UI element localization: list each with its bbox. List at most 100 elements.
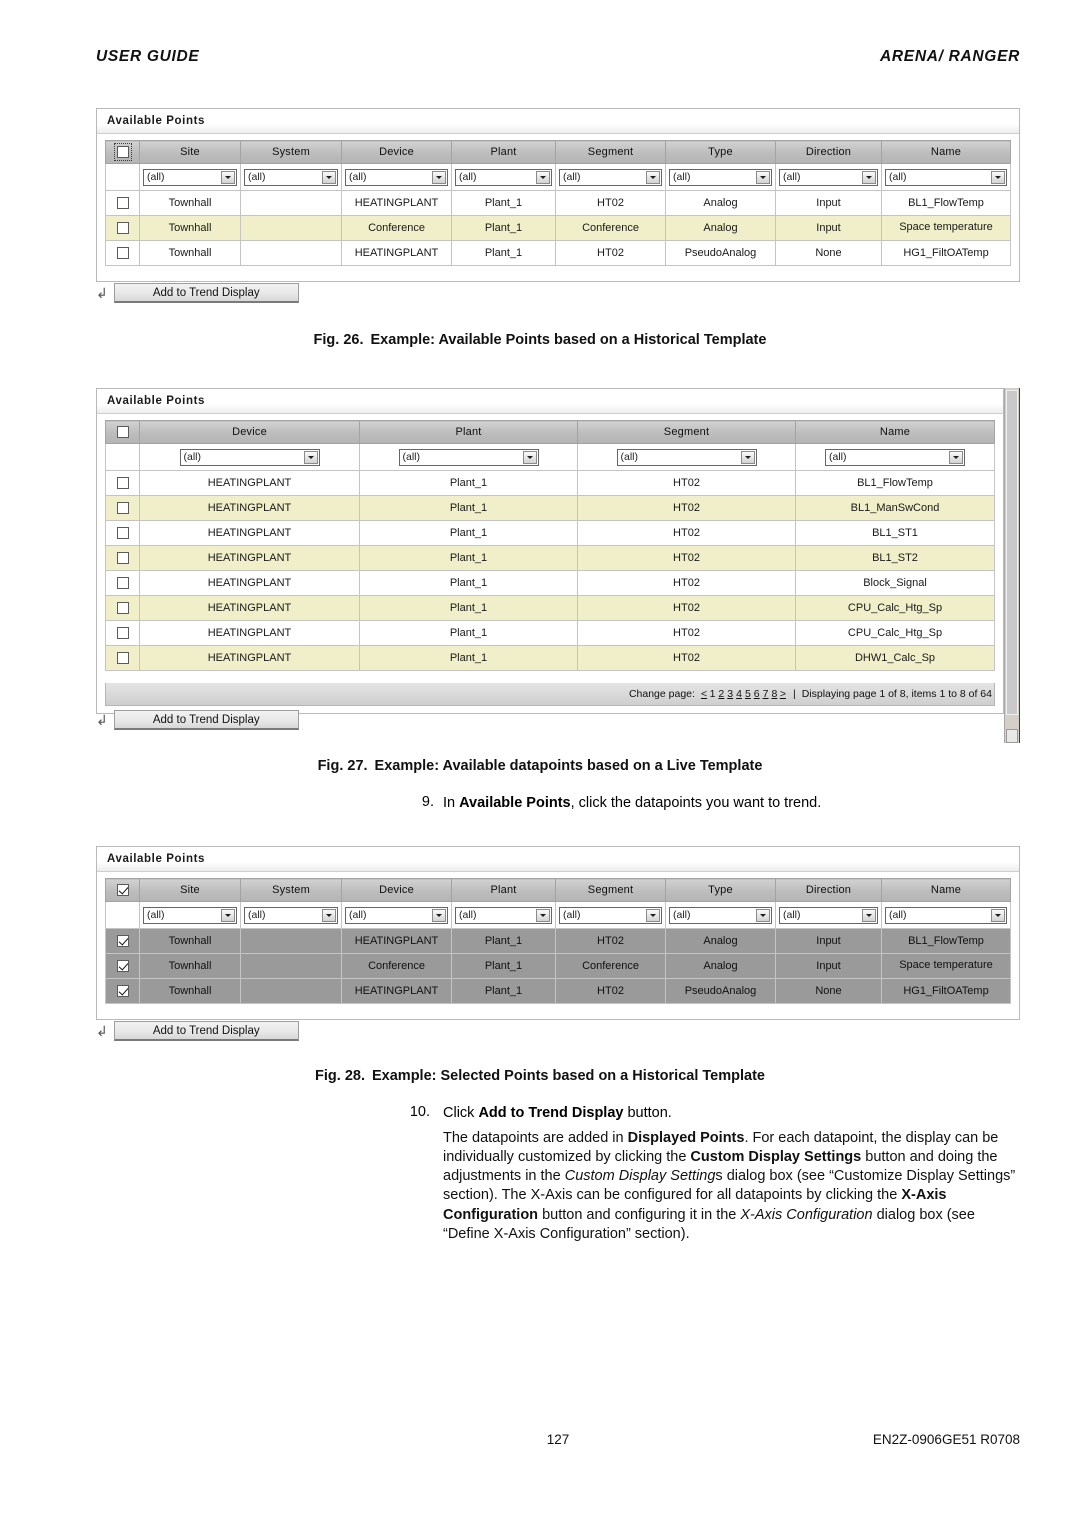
filter-select-device[interactable]: (all) bbox=[345, 906, 448, 924]
row-checkbox[interactable] bbox=[116, 985, 129, 998]
chevron-down-icon[interactable] bbox=[322, 170, 336, 184]
row-select-cell[interactable] bbox=[105, 645, 140, 671]
filter-select-device[interactable]: (all) bbox=[179, 448, 320, 466]
table-row[interactable]: HEATINGPLANT Plant_1 HT02 BL1_ManSwCond bbox=[105, 495, 995, 521]
filter-cell-site[interactable]: (all) bbox=[139, 901, 241, 929]
row-checkbox[interactable] bbox=[116, 502, 129, 515]
filter-cell-name[interactable]: (all) bbox=[881, 163, 1011, 191]
filter-cell-plant[interactable]: (all) bbox=[359, 443, 578, 471]
filter-select-system[interactable]: (all) bbox=[244, 906, 338, 924]
column-header-device[interactable]: Device bbox=[341, 140, 452, 164]
chevron-down-icon[interactable] bbox=[949, 450, 963, 464]
column-header-plant[interactable]: Plant bbox=[451, 878, 556, 902]
row-checkbox[interactable] bbox=[116, 247, 129, 260]
chevron-down-icon[interactable] bbox=[646, 908, 660, 922]
select-all-header-cell[interactable] bbox=[105, 420, 140, 444]
row-checkbox[interactable] bbox=[116, 222, 129, 235]
row-select-cell[interactable] bbox=[105, 620, 140, 646]
filter-cell-direction[interactable]: (all) bbox=[775, 901, 882, 929]
table-row[interactable]: HEATINGPLANT Plant_1 HT02 BL1_FlowTemp bbox=[105, 470, 995, 496]
filter-cell-device[interactable]: (all) bbox=[341, 901, 452, 929]
column-header-name[interactable]: Name bbox=[881, 878, 1011, 902]
row-select-cell[interactable] bbox=[105, 470, 140, 496]
scrollbar-thumb[interactable] bbox=[1006, 390, 1018, 715]
filter-select-name[interactable]: (all) bbox=[885, 168, 1007, 186]
column-header-site[interactable]: Site bbox=[139, 878, 241, 902]
row-select-cell[interactable] bbox=[105, 520, 140, 546]
filter-cell-system[interactable]: (all) bbox=[240, 163, 342, 191]
select-all-checkbox[interactable] bbox=[116, 426, 129, 439]
chevron-down-icon[interactable] bbox=[862, 908, 876, 922]
pager-next-link[interactable]: > bbox=[780, 688, 786, 700]
filter-select-device[interactable]: (all) bbox=[345, 168, 448, 186]
filter-cell-type[interactable]: (all) bbox=[665, 901, 776, 929]
chevron-down-icon[interactable] bbox=[862, 170, 876, 184]
chevron-down-icon[interactable] bbox=[303, 450, 318, 464]
add-to-trend-display-button[interactable]: Add to Trend Display bbox=[113, 1021, 299, 1041]
pager-page-2[interactable]: 2 bbox=[718, 688, 724, 700]
chevron-down-icon[interactable] bbox=[432, 170, 446, 184]
filter-select-direction[interactable]: (all) bbox=[779, 906, 878, 924]
select-all-checkbox[interactable] bbox=[113, 143, 132, 162]
table-row[interactable]: Townhall Conference Plant_1 Conference A… bbox=[105, 953, 1011, 979]
row-select-cell[interactable] bbox=[105, 928, 140, 954]
table-row[interactable]: HEATINGPLANT Plant_1 HT02 CPU_Calc_Htg_S… bbox=[105, 620, 995, 646]
column-header-direction[interactable]: Direction bbox=[775, 878, 882, 902]
row-select-cell[interactable] bbox=[105, 978, 140, 1004]
table-row[interactable]: HEATINGPLANT Plant_1 HT02 Block_Signal bbox=[105, 570, 995, 596]
filter-select-plant[interactable]: (all) bbox=[398, 448, 539, 466]
chevron-down-icon[interactable] bbox=[536, 908, 550, 922]
row-checkbox[interactable] bbox=[116, 652, 129, 665]
column-header-type[interactable]: Type bbox=[665, 140, 776, 164]
column-header-device[interactable]: Device bbox=[139, 420, 360, 444]
filter-cell-type[interactable]: (all) bbox=[665, 163, 776, 191]
column-header-name[interactable]: Name bbox=[795, 420, 995, 444]
table-row[interactable]: Townhall HEATINGPLANT Plant_1 HT02 Analo… bbox=[105, 190, 1011, 216]
filter-select-segment[interactable]: (all) bbox=[616, 448, 757, 466]
row-select-cell[interactable] bbox=[105, 190, 140, 216]
row-select-cell[interactable] bbox=[105, 495, 140, 521]
column-header-plant[interactable]: Plant bbox=[359, 420, 578, 444]
chevron-down-icon[interactable] bbox=[991, 908, 1005, 922]
table-row[interactable]: HEATINGPLANT Plant_1 HT02 BL1_ST1 bbox=[105, 520, 995, 546]
row-select-cell[interactable] bbox=[105, 545, 140, 571]
row-select-cell[interactable] bbox=[105, 953, 140, 979]
table-row[interactable]: HEATINGPLANT Plant_1 HT02 DHW1_Calc_Sp bbox=[105, 645, 995, 671]
chevron-down-icon[interactable] bbox=[991, 170, 1005, 184]
pager-page-7[interactable]: 7 bbox=[763, 688, 769, 700]
row-checkbox[interactable] bbox=[116, 552, 129, 565]
column-header-name[interactable]: Name bbox=[881, 140, 1011, 164]
chevron-down-icon[interactable] bbox=[756, 908, 770, 922]
pager-page-3[interactable]: 3 bbox=[727, 688, 733, 700]
row-checkbox[interactable] bbox=[116, 602, 129, 615]
filter-cell-system[interactable]: (all) bbox=[240, 901, 342, 929]
select-all-checkbox[interactable] bbox=[116, 884, 129, 897]
filter-cell-segment[interactable]: (all) bbox=[555, 901, 666, 929]
row-select-cell[interactable] bbox=[105, 240, 140, 266]
table-row[interactable]: Townhall HEATINGPLANT Plant_1 HT02 Pseud… bbox=[105, 240, 1011, 266]
filter-cell-name[interactable]: (all) bbox=[795, 443, 995, 471]
column-header-site[interactable]: Site bbox=[139, 140, 241, 164]
filter-select-plant[interactable]: (all) bbox=[455, 906, 552, 924]
row-checkbox[interactable] bbox=[116, 197, 129, 210]
column-header-system[interactable]: System bbox=[240, 140, 342, 164]
pager-page-6[interactable]: 6 bbox=[754, 688, 760, 700]
table-row[interactable]: HEATINGPLANT Plant_1 HT02 BL1_ST2 bbox=[105, 545, 995, 571]
column-header-segment[interactable]: Segment bbox=[555, 878, 666, 902]
filter-cell-segment[interactable]: (all) bbox=[555, 163, 666, 191]
filter-select-segment[interactable]: (all) bbox=[559, 168, 662, 186]
row-checkbox[interactable] bbox=[116, 577, 129, 590]
column-header-direction[interactable]: Direction bbox=[775, 140, 882, 164]
filter-cell-direction[interactable]: (all) bbox=[775, 163, 882, 191]
filter-select-direction[interactable]: (all) bbox=[779, 168, 878, 186]
row-checkbox[interactable] bbox=[116, 627, 129, 640]
column-header-device[interactable]: Device bbox=[341, 878, 452, 902]
pager-prev-link[interactable]: < bbox=[701, 688, 707, 700]
column-header-type[interactable]: Type bbox=[665, 878, 776, 902]
chevron-down-icon[interactable] bbox=[221, 170, 235, 184]
filter-select-name[interactable]: (all) bbox=[885, 906, 1007, 924]
filter-select-system[interactable]: (all) bbox=[244, 168, 338, 186]
table-row[interactable]: HEATINGPLANT Plant_1 HT02 CPU_Calc_Htg_S… bbox=[105, 595, 995, 621]
column-header-segment[interactable]: Segment bbox=[555, 140, 666, 164]
select-all-header-cell[interactable] bbox=[105, 140, 140, 164]
